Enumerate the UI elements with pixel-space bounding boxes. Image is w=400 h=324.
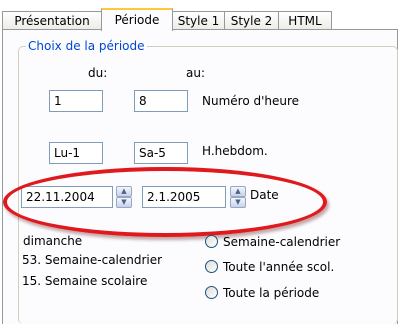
- school-week-text: 15. Semaine scolaire: [22, 274, 148, 288]
- tab-html[interactable]: HTML: [278, 11, 332, 30]
- tab-periode[interactable]: Période: [101, 8, 173, 31]
- hour-to-input[interactable]: 8: [134, 90, 188, 112]
- radio-school-year-label[interactable]: Toute l'année scol.: [223, 260, 334, 274]
- weekday-text: dimanche: [23, 234, 83, 248]
- radio-whole-period[interactable]: [205, 286, 218, 299]
- weekly-hours-label: H.hebdom.: [202, 144, 268, 158]
- radio-calendar-week[interactable]: [205, 235, 218, 248]
- radio-school-year[interactable]: [205, 260, 218, 273]
- tab-presentation[interactable]: Présentation: [2, 11, 102, 30]
- highlight-ellipse: [3, 167, 327, 237]
- tab-style-2[interactable]: Style 2: [224, 11, 279, 30]
- from-header: du:: [88, 66, 108, 80]
- group-title: Choix de la période: [26, 38, 147, 54]
- calendar-week-text: 53. Semaine-calendrier: [22, 253, 163, 267]
- tab-bar: Présentation Période Style 1 Style 2 HTM…: [2, 8, 398, 31]
- hour-from-input[interactable]: 1: [49, 90, 103, 112]
- tab-style-1[interactable]: Style 1: [172, 11, 225, 30]
- weekly-from-input[interactable]: Lu-1: [49, 142, 103, 164]
- radio-whole-period-label[interactable]: Toute la période: [223, 286, 319, 300]
- hour-number-label: Numéro d'heure: [202, 94, 300, 108]
- radio-calendar-week-label[interactable]: Semaine-calendrier: [223, 235, 340, 249]
- weekly-to-input[interactable]: Sa-5: [134, 142, 188, 164]
- to-header: au:: [186, 66, 206, 80]
